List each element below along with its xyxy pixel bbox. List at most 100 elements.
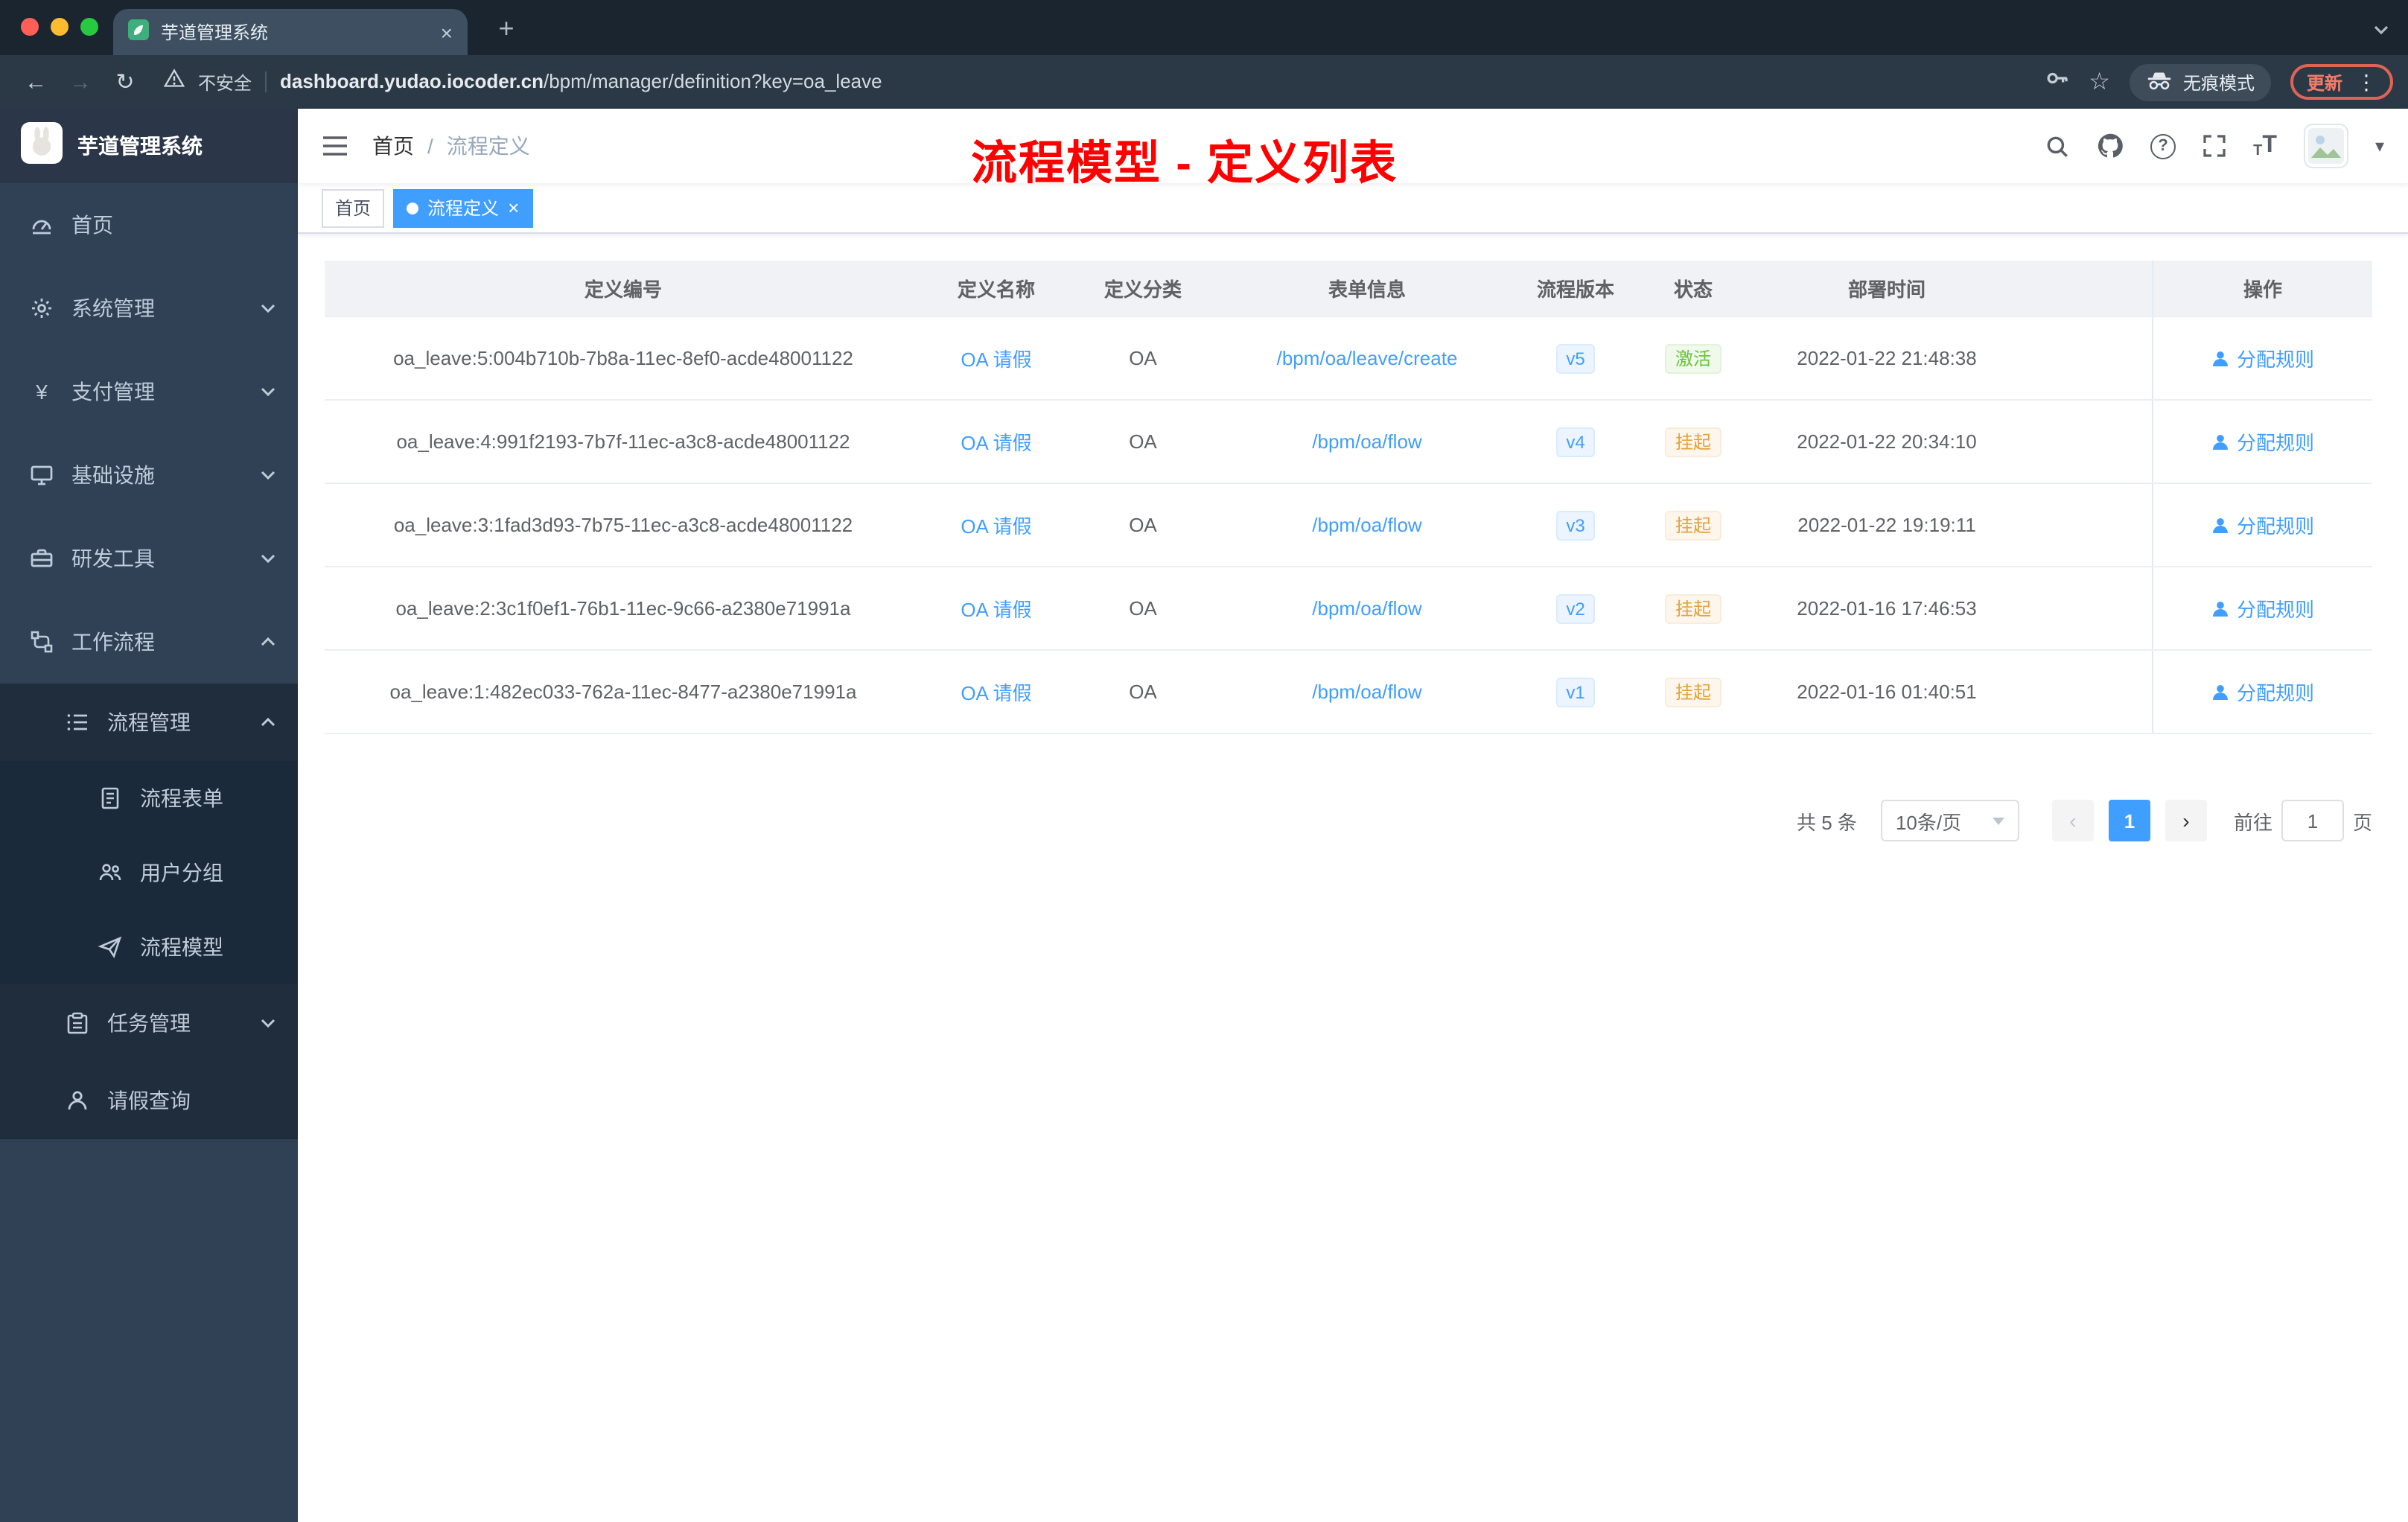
assign-rule-link[interactable]: 分配规则 (2211, 594, 2314, 623)
definition-category: OA (1129, 430, 1157, 453)
tab-title: 芋道管理系统 (161, 22, 269, 43)
total-count: 共 5 条 (1797, 811, 1857, 833)
tag-process-definition[interactable]: 流程定义 (393, 188, 533, 227)
user-icon (2212, 434, 2228, 449)
breadcrumb: 首页 / 流程定义 (372, 131, 530, 161)
annotation-overlay: 流程模型 - 定义列表 (971, 137, 1398, 189)
new-tab-icon[interactable]: + (488, 10, 524, 46)
warning-icon (163, 69, 185, 95)
sidebar-item-devtools[interactable]: 研发工具 (0, 517, 298, 600)
main-area: 首页 / 流程定义 流程模型 - 定义列表 ? T T ▾ 首页 流程定义 × … (298, 109, 2408, 1522)
window-controls (21, 18, 98, 36)
page-size-select[interactable]: 10条/页 (1880, 800, 2019, 841)
definition-name-link[interactable]: OA 请假 (961, 594, 1031, 623)
breadcrumb-home[interactable]: 首页 (372, 131, 414, 161)
definition-id: oa_leave:4:991f2193-7b7f-11ec-a3c8-acde4… (396, 430, 850, 453)
font-size-icon[interactable] (2253, 133, 2277, 159)
assign-rule-link[interactable]: 分配规则 (2211, 678, 2314, 706)
address-bar[interactable]: 不安全 dashboard.yudao.iocoder.cn/bpm/manag… (163, 69, 2014, 95)
browser-toolbar: 不安全 dashboard.yudao.iocoder.cn/bpm/manag… (0, 55, 2408, 109)
browser-tab[interactable]: 芋道管理系统 × (113, 9, 468, 55)
app: 芋道管理系统 首页 系统管理 支付管理 (0, 109, 2408, 1522)
form-link[interactable]: /bpm/oa/flow (1312, 514, 1421, 536)
github-icon[interactable] (2097, 133, 2124, 159)
sidebar-item-home[interactable]: 首页 (0, 183, 298, 267)
version-tag: v5 (1555, 343, 1596, 373)
sidebar-toggle[interactable] (322, 134, 348, 158)
sidebar-item-workflow[interactable]: 工作流程 (0, 600, 298, 684)
definition-name-link[interactable]: OA 请假 (961, 344, 1031, 372)
form-link[interactable]: /bpm/oa/leave/create (1277, 347, 1458, 369)
bookmark-star-icon[interactable] (2089, 67, 2110, 97)
deploy-time: 2022-01-22 21:48:38 (1797, 347, 1977, 369)
chevron-up-icon (261, 717, 275, 727)
app-logo[interactable]: 芋道管理系统 (0, 109, 298, 183)
minimize-window-button[interactable] (51, 18, 69, 36)
next-page-button[interactable] (2165, 800, 2207, 841)
assign-rule-link[interactable]: 分配规则 (2211, 344, 2314, 372)
navbar: 首页 / 流程定义 流程模型 - 定义列表 (298, 109, 2408, 189)
form-link[interactable]: /bpm/oa/flow (1312, 681, 1421, 703)
sidebar-item-leave-query[interactable]: 请假查询 (0, 1062, 298, 1139)
gear-icon (32, 299, 51, 318)
goto-page-input[interactable] (2281, 800, 2344, 841)
definition-id: oa_leave:3:1fad3d93-7b75-11ec-a3c8-acde4… (393, 514, 853, 536)
update-button[interactable]: 更新 (2290, 64, 2393, 100)
tag-home[interactable]: 首页 (322, 188, 385, 227)
sidebar-item-process-management[interactable]: 流程管理 (0, 684, 298, 761)
search-icon[interactable] (2045, 133, 2070, 159)
sidebar-item-infrastructure[interactable]: 基础设施 (0, 433, 298, 517)
browser-menu-icon[interactable] (2356, 69, 2377, 95)
pagination: 共 5 条 10条/页 1 前往 页 (325, 800, 2372, 841)
definition-name-link[interactable]: OA 请假 (961, 511, 1031, 539)
definition-category: OA (1129, 681, 1157, 703)
sidebar-item-user-group[interactable]: 用户分组 (0, 835, 298, 910)
avatar[interactable] (2303, 124, 2348, 168)
close-window-button[interactable] (21, 18, 39, 36)
deploy-time: 2022-01-22 20:34:10 (1797, 430, 1977, 453)
assign-rule-link[interactable]: 分配规则 (2211, 427, 2314, 456)
url-text[interactable]: dashboard.yudao.iocoder.cn/bpm/manager/d… (280, 69, 882, 95)
forward-icon[interactable] (60, 61, 101, 103)
table-header: 定义编号 定义名称 定义分类 表单信息 流程版本 状态 部署时间 操作 (325, 261, 2372, 317)
chevron-down-icon (261, 304, 275, 313)
fullscreen-icon[interactable] (2202, 134, 2226, 158)
col-definition-category: 定义分类 (1103, 278, 1182, 301)
sidebar-item-payment[interactable]: 支付管理 (0, 350, 298, 433)
deploy-time: 2022-01-16 01:40:51 (1797, 681, 1977, 703)
breadcrumb-current: 流程定义 (446, 134, 530, 158)
reload-icon[interactable] (104, 61, 146, 103)
incognito-label: 无痕模式 (2182, 72, 2255, 93)
prev-page-button[interactable] (2051, 800, 2094, 841)
page-1-button[interactable]: 1 (2108, 800, 2150, 841)
sidebar-item-task-management[interactable]: 任务管理 (0, 984, 298, 1062)
definition-category: OA (1129, 597, 1157, 620)
chevron-down-icon (261, 471, 275, 480)
clipboard-icon (67, 1012, 88, 1034)
security-label[interactable]: 不安全 (198, 69, 252, 95)
tab-search-icon[interactable] (2372, 19, 2390, 46)
caret-down-icon[interactable] (2375, 136, 2384, 156)
version-tag: v3 (1555, 510, 1596, 540)
maximize-window-button[interactable] (80, 18, 98, 36)
form-link[interactable]: /bpm/oa/flow (1312, 597, 1421, 620)
form-icon (101, 787, 119, 809)
definition-category: OA (1129, 514, 1157, 536)
version-tag: v1 (1555, 677, 1596, 707)
back-icon[interactable] (15, 61, 57, 103)
definition-name-link[interactable]: OA 请假 (961, 678, 1031, 706)
incognito-badge: 无痕模式 (2129, 63, 2271, 101)
chevron-up-icon (261, 637, 275, 646)
close-icon[interactable] (508, 198, 519, 217)
sidebar-item-process-model[interactable]: 流程模型 (0, 910, 298, 984)
status-tag: 激活 (1664, 343, 1721, 373)
sidebar-item-system[interactable]: 系统管理 (0, 267, 298, 350)
assign-rule-link[interactable]: 分配规则 (2211, 511, 2314, 539)
close-tab-icon[interactable]: × (441, 22, 453, 42)
help-icon[interactable] (2150, 133, 2176, 159)
sidebar-item-process-form[interactable]: 流程表单 (0, 761, 298, 835)
key-icon[interactable] (2044, 66, 2069, 98)
definition-name-link[interactable]: OA 请假 (961, 427, 1031, 456)
form-link[interactable]: /bpm/oa/flow (1312, 430, 1421, 453)
person-icon (68, 1091, 87, 1110)
